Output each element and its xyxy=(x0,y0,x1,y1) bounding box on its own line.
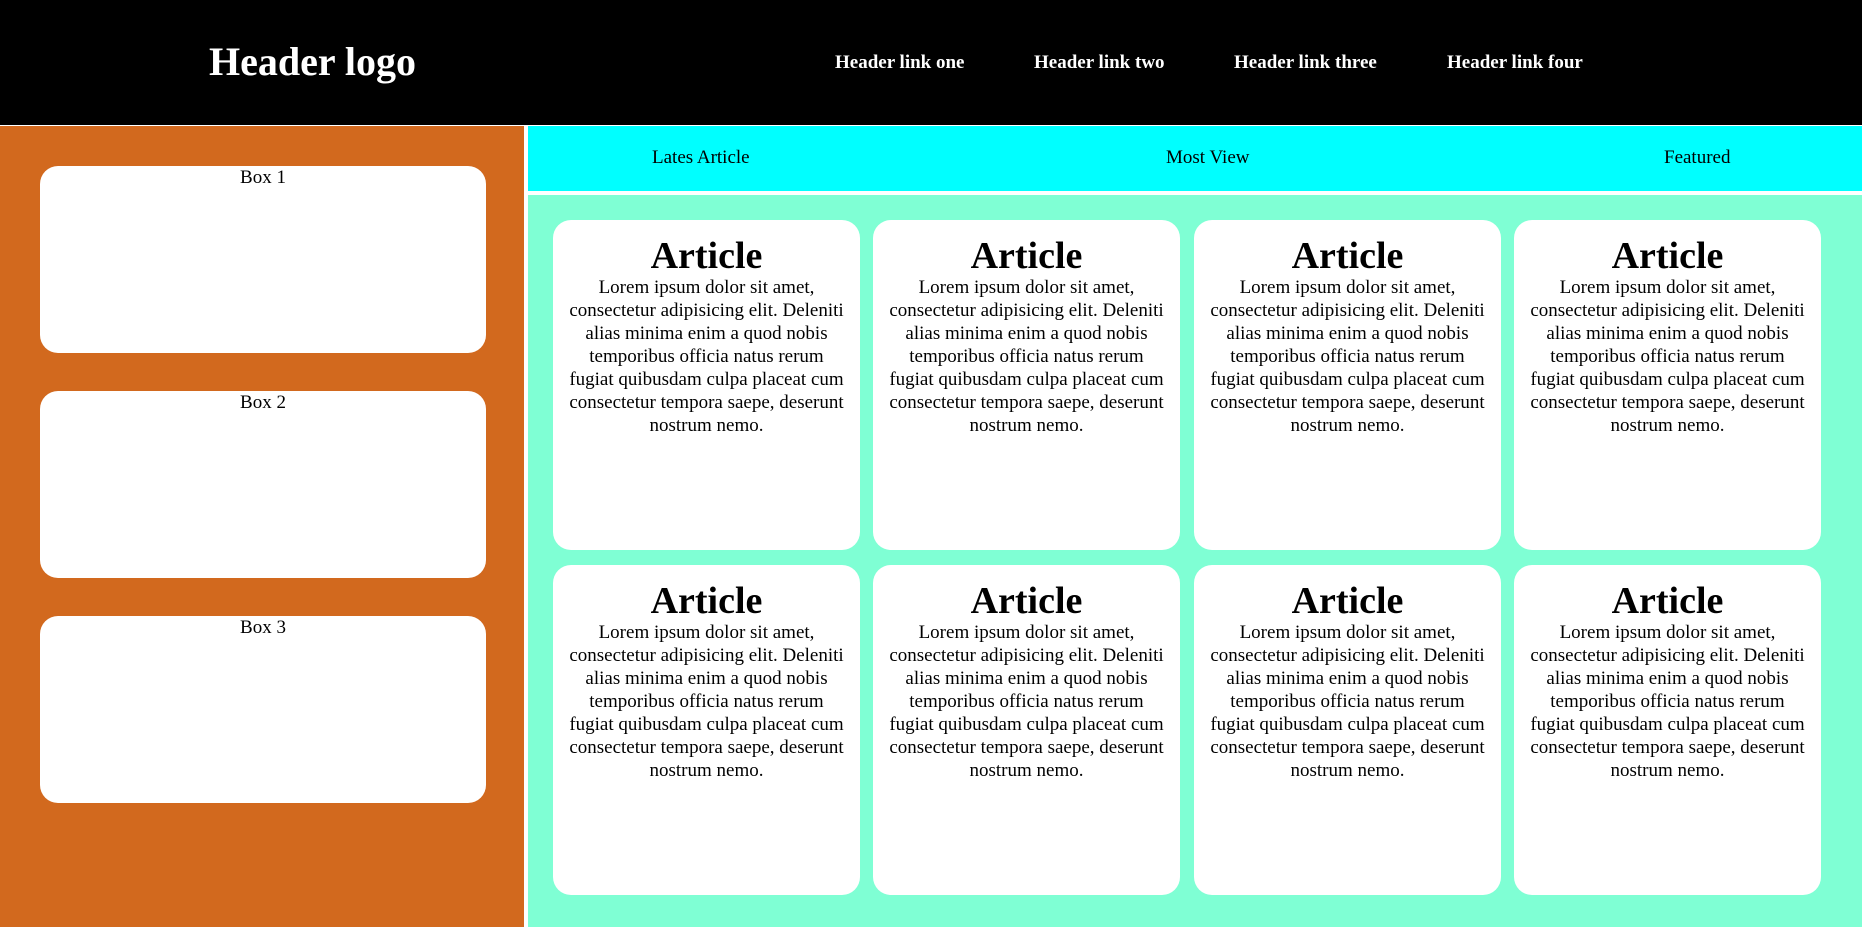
article-card: Article Lorem ipsum dolor sit amet, cons… xyxy=(1194,220,1501,550)
sidebar-box-label: Box 2 xyxy=(240,392,286,413)
article-body: Lorem ipsum dolor sit amet, consectetur … xyxy=(1530,622,1805,781)
article-card: Article Lorem ipsum dolor sit amet, cons… xyxy=(873,565,1180,895)
site-header: Header logo Header link one Header link … xyxy=(0,0,1862,125)
article-card: Article Lorem ipsum dolor sit amet, cons… xyxy=(1194,565,1501,895)
article-card: Article Lorem ipsum dolor sit amet, cons… xyxy=(1514,565,1821,895)
header-link-three[interactable]: Header link three xyxy=(1234,51,1377,75)
tab-latest-article[interactable]: Lates Article xyxy=(652,146,750,170)
article-title: Article xyxy=(650,580,763,622)
article-title: Article xyxy=(650,235,763,277)
sidebar-box-label: Box 1 xyxy=(240,167,286,188)
header-link-two[interactable]: Header link two xyxy=(1034,51,1165,75)
header-nav: Header link one Header link two Header l… xyxy=(0,51,1862,75)
article-card: Article Lorem ipsum dolor sit amet, cons… xyxy=(553,565,860,895)
article-body: Lorem ipsum dolor sit amet, consectetur … xyxy=(1210,277,1485,436)
article-title: Article xyxy=(1611,580,1724,622)
sidebar-box-label: Box 3 xyxy=(240,617,286,638)
article-body: Lorem ipsum dolor sit amet, consectetur … xyxy=(889,277,1164,436)
article-title: Article xyxy=(970,580,1083,622)
article-title: Article xyxy=(970,235,1083,277)
article-title: Article xyxy=(1291,580,1404,622)
page: Header logo Header link one Header link … xyxy=(0,0,1862,927)
article-card: Article Lorem ipsum dolor sit amet, cons… xyxy=(1514,220,1821,550)
tab-featured[interactable]: Featured xyxy=(1664,146,1730,170)
tab-most-view[interactable]: Most View xyxy=(1166,146,1250,170)
tab-bar: Lates Article Most View Featured xyxy=(528,126,1862,191)
header-link-four[interactable]: Header link four xyxy=(1447,51,1583,75)
sidebar-box-3: Box 3 xyxy=(40,616,486,803)
articles-grid: Article Lorem ipsum dolor sit amet, cons… xyxy=(528,195,1862,927)
article-title: Article xyxy=(1291,235,1404,277)
article-body: Lorem ipsum dolor sit amet, consectetur … xyxy=(1210,622,1485,781)
article-body: Lorem ipsum dolor sit amet, consectetur … xyxy=(569,277,844,436)
article-title: Article xyxy=(1611,235,1724,277)
sidebar-box-1: Box 1 xyxy=(40,166,486,353)
header-link-one[interactable]: Header link one xyxy=(835,51,965,75)
article-body: Lorem ipsum dolor sit amet, consectetur … xyxy=(889,622,1164,781)
article-body: Lorem ipsum dolor sit amet, consectetur … xyxy=(569,622,844,781)
sidebar: Box 1 Box 2 Box 3 xyxy=(0,126,524,927)
article-card: Article Lorem ipsum dolor sit amet, cons… xyxy=(553,220,860,550)
article-body: Lorem ipsum dolor sit amet, consectetur … xyxy=(1530,277,1805,436)
sidebar-box-2: Box 2 xyxy=(40,391,486,578)
article-card: Article Lorem ipsum dolor sit amet, cons… xyxy=(873,220,1180,550)
